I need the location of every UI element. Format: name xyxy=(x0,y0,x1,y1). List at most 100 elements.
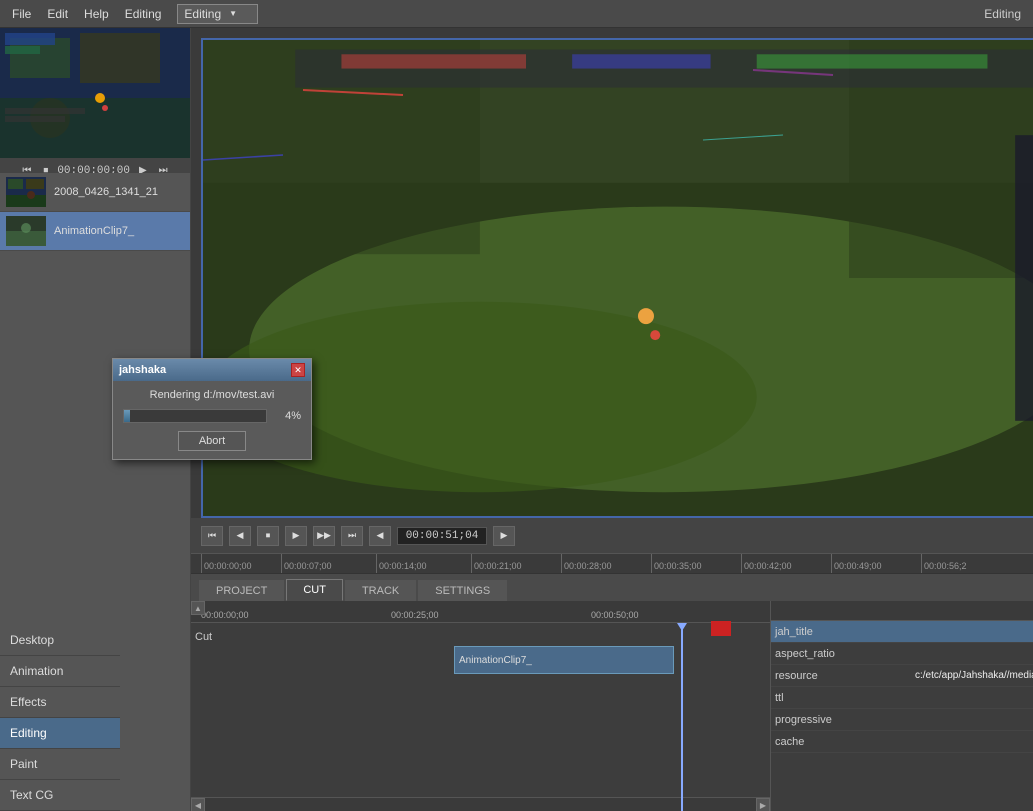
abort-button[interactable]: Abort xyxy=(178,431,246,451)
ruler-tick-2: 00:00:14;00 xyxy=(376,554,427,573)
video-preview: ⏮ ◀ ⏹ ▶ ▶▶ ⏭ ◀ 00:00:51;04 ▶ Get Desktop… xyxy=(191,28,1033,573)
ruler-tick-8: 00:00:56;2 xyxy=(921,554,967,573)
mode-textcg-button[interactable]: Text CG xyxy=(0,780,120,811)
clip-preview-image xyxy=(0,28,190,158)
menu-editing[interactable]: Editing xyxy=(117,4,170,24)
timeline-area: 00:00:00;00 00:00:25;00 00:00:50;00 ▲ Cu… xyxy=(191,601,1033,811)
mode-paint-button[interactable]: Paint xyxy=(0,749,120,780)
mode-buttons: Desktop Animation Effects Editing Paint … xyxy=(0,625,120,811)
progress-container: 4% xyxy=(123,409,301,423)
workspace-label: Editing xyxy=(184,7,221,21)
tab-cut[interactable]: CUT xyxy=(286,579,343,601)
menu-bar: File Edit Help Editing Editing ▼ Editing xyxy=(0,0,1033,28)
animation-clip-bar[interactable]: AnimationClip7_ xyxy=(454,646,674,674)
properties-panel: jah_title AnimationClip7_ aspect_ratio 1… xyxy=(771,601,1033,811)
transport-end-button[interactable]: ⏭ xyxy=(341,526,363,546)
prop-value-resource: c:/etc/app/Jahshaka//media/renders/Anima… xyxy=(915,670,1033,681)
prop-name-aspect-ratio: aspect_ratio xyxy=(775,648,915,660)
prop-name-ttl: ttl xyxy=(775,692,915,704)
transport-prev-frame-button[interactable]: ◀ xyxy=(369,526,391,546)
property-row[interactable]: progressive 1 xyxy=(771,709,1033,731)
preview-video-content xyxy=(0,28,190,158)
menu-file[interactable]: File xyxy=(4,4,39,24)
progress-bar xyxy=(123,409,267,423)
property-row[interactable]: aspect_ratio 1.000000 xyxy=(771,643,1033,665)
bottom-panel: PROJECT CUT TRACK SETTINGS 00:00:00;00 0… xyxy=(191,573,1033,811)
ruler-tick-3: 00:00:21;00 xyxy=(471,554,522,573)
center-area: ⏮ ◀ ⏹ ▶ ▶▶ ⏭ ◀ 00:00:51;04 ▶ Get Desktop… xyxy=(191,28,1033,811)
render-dialog: jahshaka ✕ Rendering d:/mov/test.avi 4% … xyxy=(112,358,312,460)
clip-thumb-image-2 xyxy=(6,216,46,246)
ruler-tick-0: 00:00:00;00 xyxy=(201,554,252,573)
mode-desktop-button[interactable]: Desktop xyxy=(0,625,120,656)
tab-bar: PROJECT CUT TRACK SETTINGS xyxy=(191,573,1033,601)
timeline-nav-left[interactable]: ▲ xyxy=(191,601,205,615)
transport-next-frame-button[interactable]: ▶ xyxy=(493,526,515,546)
tab-track[interactable]: TRACK xyxy=(345,580,416,601)
dialog-titlebar[interactable]: jahshaka ✕ xyxy=(113,359,311,381)
clip-name: 2008_0426_1341_21 xyxy=(54,186,158,198)
timeline-scroll-bar[interactable]: ◀ ▶ xyxy=(191,797,770,811)
workspace-dropdown[interactable]: Editing ▼ xyxy=(177,4,258,24)
progress-bar-fill xyxy=(124,410,130,422)
property-row[interactable]: cache 1 xyxy=(771,731,1033,753)
clip-thumbnail xyxy=(6,216,46,246)
cut-label: Cut xyxy=(195,631,212,643)
timecode-display: 00:00:00;00 xyxy=(57,165,130,174)
list-item[interactable]: AnimationClip7_ xyxy=(0,212,190,251)
clip-controls: ⏮ ⏹ 00:00:00;00 ▶ ⏭ xyxy=(0,158,190,173)
prop-name-jah-title: jah_title xyxy=(775,626,915,638)
dialog-close-button[interactable]: ✕ xyxy=(291,363,305,377)
header-time-1: 00:00:25;00 xyxy=(391,610,439,620)
transport-stop-button[interactable]: ⏹ xyxy=(257,526,279,546)
clip-thumb-image xyxy=(6,177,46,207)
property-row[interactable]: resource c:/etc/app/Jahshaka//media/rend… xyxy=(771,665,1033,687)
dialog-message: Rendering d:/mov/test.avi xyxy=(123,389,301,401)
menu-help[interactable]: Help xyxy=(76,4,117,24)
play-button[interactable]: ▶ xyxy=(136,164,150,173)
prop-name-resource: resource xyxy=(775,670,915,682)
list-item[interactable]: 2008_0426_1341_21 xyxy=(0,173,190,212)
timeline-ruler: 00:00:00;00 00:00:07;00 00:00:14;00 00:0… xyxy=(191,553,1033,573)
prop-value-cache: 1 xyxy=(915,736,1033,748)
skip-back-button[interactable]: ⏮ xyxy=(19,164,34,173)
timeline-scroll-left-arrow[interactable]: ◀ xyxy=(191,798,205,811)
prop-name-cache: cache xyxy=(775,736,915,748)
timeline-scroll-right-arrow[interactable]: ▶ xyxy=(756,798,770,811)
clip-thumbnail xyxy=(6,177,46,207)
transport-play-button[interactable]: ▶ xyxy=(285,526,307,546)
prop-value-jah-title: AnimationClip7_ xyxy=(915,626,1033,638)
timeline-playhead[interactable] xyxy=(681,623,683,811)
timeline-time-display: 00:00:51;04 xyxy=(397,527,487,545)
transport-fwd-button[interactable]: ▶▶ xyxy=(313,526,335,546)
clip-preview: ⏮ ⏹ 00:00:00;00 ▶ ⏭ xyxy=(0,28,190,173)
video-frame-svg xyxy=(203,40,1033,516)
ruler-tick-7: 00:00:49;00 xyxy=(831,554,882,573)
menu-edit[interactable]: Edit xyxy=(39,4,76,24)
tab-settings[interactable]: SETTINGS xyxy=(418,580,507,601)
prop-name-progressive: progressive xyxy=(775,714,915,726)
header-time-0: 00:00:00;00 xyxy=(201,610,249,620)
timeline-red-marker xyxy=(711,621,731,636)
mode-animation-button[interactable]: Animation xyxy=(0,656,120,687)
dropdown-arrow-icon: ▼ xyxy=(229,9,237,18)
skip-forward-button[interactable]: ⏭ xyxy=(156,164,171,173)
top-right-workspace-label: Editing xyxy=(984,7,1029,21)
properties-header xyxy=(771,601,1033,621)
timeline-left: 00:00:00;00 00:00:25;00 00:00:50;00 ▲ Cu… xyxy=(191,601,771,811)
timeline-header: 00:00:00;00 00:00:25;00 00:00:50;00 ▲ xyxy=(191,601,770,623)
transport-rewind-button[interactable]: ⏮ xyxy=(201,526,223,546)
prop-value-ttl: 1 xyxy=(915,692,1033,704)
transport-back-button[interactable]: ◀ xyxy=(229,526,251,546)
property-row[interactable]: ttl 1 xyxy=(771,687,1033,709)
stop-button[interactable]: ⏹ xyxy=(40,164,51,173)
mode-editing-button[interactable]: Editing xyxy=(0,718,120,749)
property-row[interactable]: jah_title AnimationClip7_ xyxy=(771,621,1033,643)
mode-effects-button[interactable]: Effects xyxy=(0,687,120,718)
video-content xyxy=(203,40,1033,516)
clip-name: AnimationClip7_ xyxy=(54,225,134,237)
header-time-2: 00:00:50;00 xyxy=(591,610,639,620)
video-canvas xyxy=(201,38,1033,518)
tab-project[interactable]: PROJECT xyxy=(199,580,284,601)
ruler-tick-5: 00:00:35;00 xyxy=(651,554,702,573)
